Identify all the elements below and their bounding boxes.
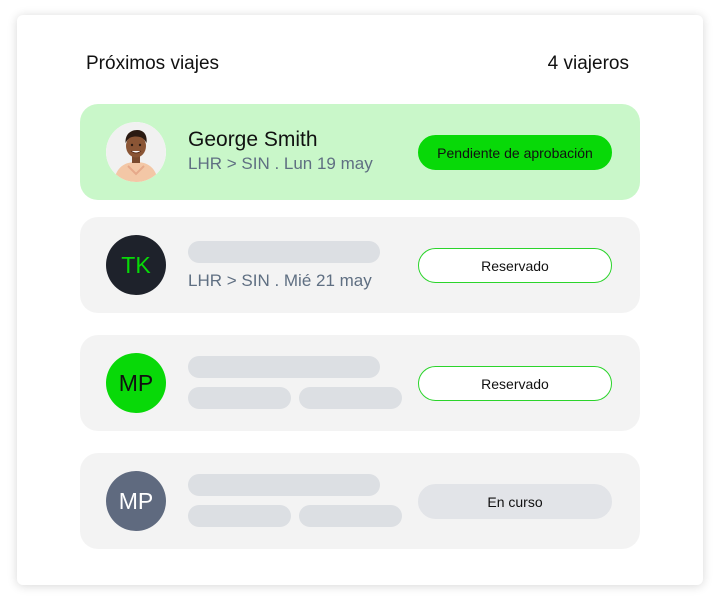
route-placeholder: [188, 387, 291, 409]
avatar: [106, 122, 166, 182]
trip-row-mp[interactable]: MP Reservado: [80, 335, 640, 431]
status-badge-ongoing[interactable]: En curso: [418, 484, 612, 519]
route-placeholder: [188, 505, 291, 527]
status-badge-booked[interactable]: Reservado: [418, 366, 612, 401]
card-title: Próximos viajes: [86, 53, 220, 74]
date-placeholder: [299, 387, 402, 409]
name-placeholder: [188, 241, 380, 263]
avatar: TK: [106, 235, 166, 295]
traveler-count: 4 viajeros: [547, 53, 629, 74]
name-placeholder: [188, 356, 380, 378]
trip-row-mp-ongoing[interactable]: MP En curso: [80, 453, 640, 549]
name-placeholder: [188, 474, 380, 496]
trip-route: LHR > SIN . Mié 21 may: [188, 271, 372, 290]
status-badge-pending[interactable]: Pendiente de aprobación: [418, 135, 612, 170]
trip-route: LHR > SIN . Lun 19 may: [188, 154, 373, 173]
date-placeholder: [299, 505, 402, 527]
upcoming-trips-card: Próximos viajes 4 viajeros George Smith …: [17, 15, 703, 585]
trip-row-tk[interactable]: TK LHR > SIN . Mié 21 may Reservado: [80, 217, 640, 313]
status-badge-booked[interactable]: Reservado: [418, 248, 612, 283]
traveler-name: George Smith: [188, 128, 318, 151]
traveler-photo-icon: [106, 122, 166, 182]
trip-row-george-smith[interactable]: George Smith LHR > SIN . Lun 19 may Pend…: [80, 104, 640, 200]
avatar: MP: [106, 471, 166, 531]
avatar: MP: [106, 353, 166, 413]
